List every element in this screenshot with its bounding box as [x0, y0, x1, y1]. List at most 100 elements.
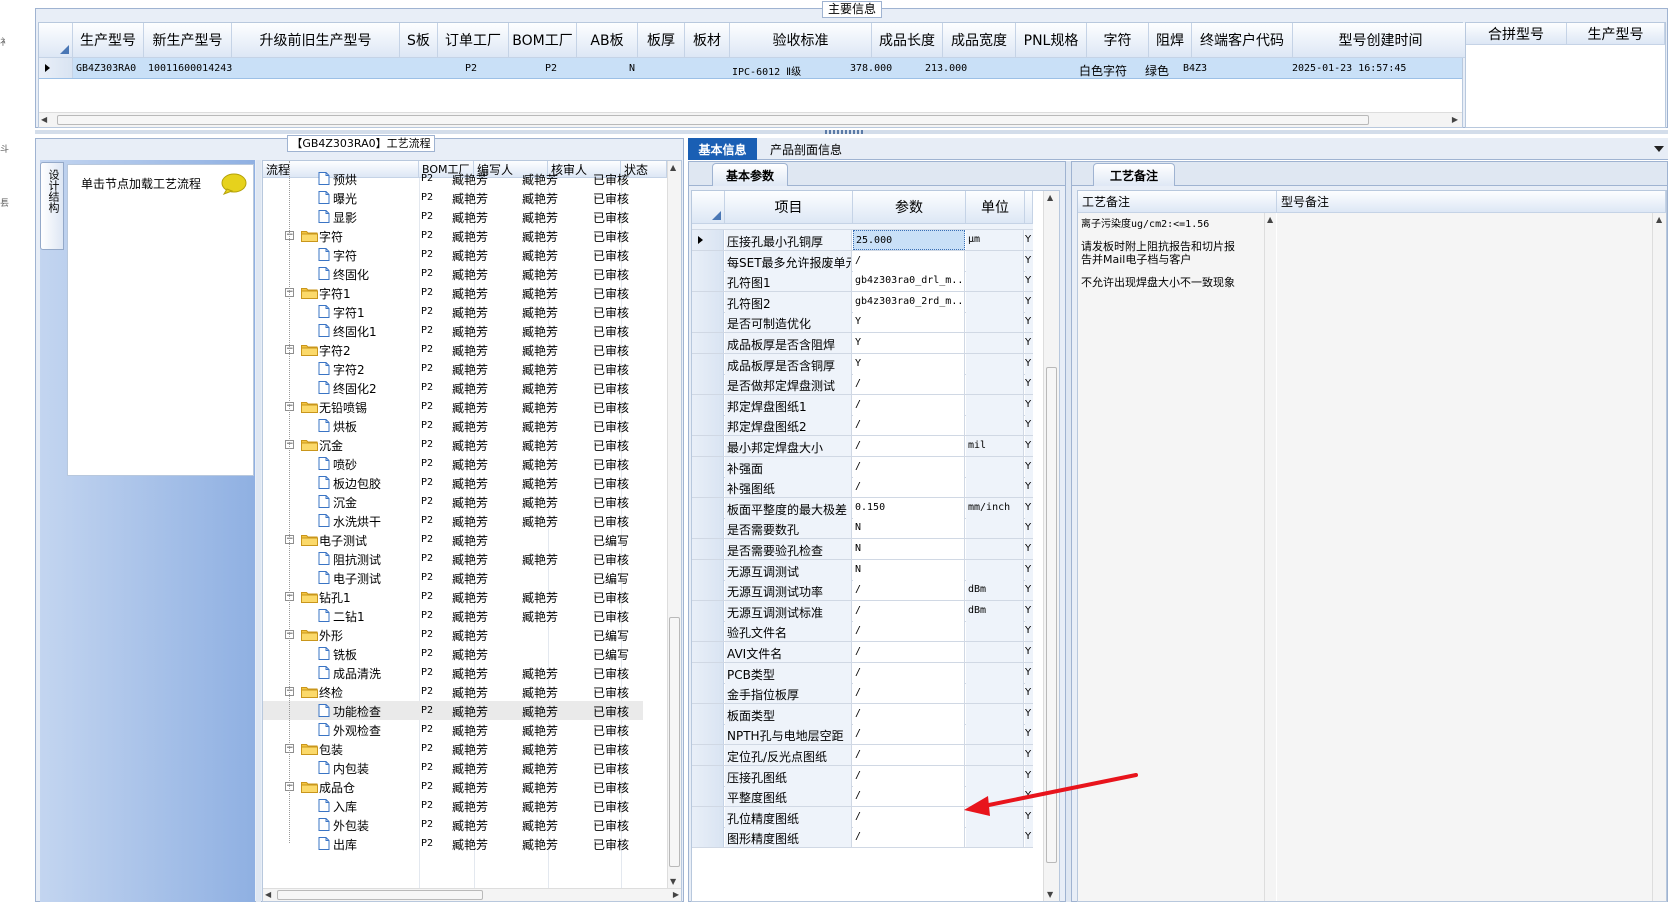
- param-value[interactable]: /: [853, 662, 965, 683]
- param-row[interactable]: 无源互调测试功率 / dBm Y: [692, 580, 1033, 602]
- row-header[interactable]: [692, 394, 724, 415]
- row-header[interactable]: [692, 312, 724, 333]
- col-header-item[interactable]: 项目: [725, 191, 853, 224]
- cell-created[interactable]: 2025-01-23 16:57:45: [1292, 63, 1406, 74]
- process-row[interactable]: 外观检查 P2 臧艳芳 臧艳芳 已审核: [263, 720, 643, 739]
- process-row[interactable]: 出库 P2 臧艳芳 臧艳芳 已审核: [263, 834, 643, 853]
- col-header-16[interactable]: 终端客户代码: [1192, 23, 1293, 58]
- param-value[interactable]: /: [853, 250, 965, 271]
- process-row[interactable]: 终固化 P2 臧艳芳 臧艳芳 已审核: [263, 264, 643, 283]
- param-value[interactable]: /: [853, 580, 965, 601]
- param-value[interactable]: /: [853, 394, 965, 415]
- process-row[interactable]: 成品清洗 P2 臧艳芳 臧艳芳 已审核: [263, 663, 643, 682]
- process-row[interactable]: 二钻1 P2 臧艳芳 臧艳芳 已审核: [263, 606, 643, 625]
- main-grid-hscroll[interactable]: ◀ ▶: [39, 112, 1462, 127]
- row-header[interactable]: [692, 745, 724, 765]
- process-row[interactable]: − 成品仓 P2 臧艳芳 臧艳芳 已审核: [263, 777, 643, 796]
- param-row[interactable]: 板面平整度的最大极差 0.150 mm/inch Y: [692, 497, 1033, 519]
- param-value[interactable]: /: [853, 621, 965, 642]
- tab-basic-params[interactable]: 基本参数: [712, 163, 788, 186]
- param-value[interactable]: /: [853, 436, 965, 456]
- process-row[interactable]: 字符2 P2 臧艳芳 臧艳芳 已审核: [263, 359, 643, 378]
- param-row[interactable]: 图形精度图纸 / Y: [692, 827, 1033, 849]
- col-header-10[interactable]: 验收标准: [730, 23, 872, 58]
- process-row[interactable]: 喷砂 P2 臧艳芳 臧艳芳 已审核: [263, 454, 643, 473]
- tab-dropdown-icon[interactable]: [1654, 146, 1664, 152]
- row-header[interactable]: [692, 806, 724, 827]
- row-header[interactable]: [692, 436, 724, 456]
- row-header[interactable]: [692, 456, 724, 477]
- param-row[interactable]: PCB类型 / Y: [692, 662, 1033, 684]
- process-row[interactable]: − 钻孔1 P2 臧艳芳 臧艳芳 已审核: [263, 587, 643, 606]
- row-header[interactable]: [692, 600, 724, 621]
- param-row[interactable]: 补强面 / Y: [692, 456, 1033, 478]
- process-row[interactable]: 烘板 P2 臧艳芳 臧艳芳 已审核: [263, 416, 643, 435]
- splitter-left[interactable]: [256, 160, 261, 902]
- param-row[interactable]: AVI文件名 / Y: [692, 642, 1033, 663]
- process-row[interactable]: 字符1 P2 臧艳芳 臧艳芳 已审核: [263, 302, 643, 321]
- scroll-thumb[interactable]: [669, 617, 680, 867]
- param-row[interactable]: 邦定焊盘图纸1/ Y: [692, 394, 1033, 416]
- cell-order-factory[interactable]: P2: [465, 63, 477, 74]
- col-header-model-remarks[interactable]: 型号备注: [1277, 191, 1666, 213]
- param-value[interactable]: N: [853, 518, 965, 539]
- param-value[interactable]: /: [853, 374, 965, 395]
- col-header-4[interactable]: S板: [400, 23, 438, 58]
- process-row[interactable]: 终固化1 P2 臧艳芳 臧艳芳 已审核: [263, 321, 643, 340]
- param-row[interactable]: 成品板厚是否含铜厚 Y Y: [692, 353, 1033, 375]
- process-row[interactable]: 预烘 P2 臧艳芳 臧艳芳 已审核: [263, 169, 643, 188]
- param-value[interactable]: /: [853, 642, 965, 662]
- col-header-11[interactable]: 成品长度: [872, 23, 943, 58]
- param-value[interactable]: /: [853, 456, 965, 477]
- col-header-8[interactable]: 板厚: [638, 23, 685, 58]
- param-row[interactable]: 定位孔/反光点图纸 / Y: [692, 745, 1033, 766]
- col-header-14[interactable]: 字符: [1087, 23, 1149, 58]
- param-value[interactable]: gb4z303ra0_drl_m...: [853, 271, 965, 292]
- cell-production-model[interactable]: GB4Z303RA0: [76, 63, 136, 74]
- row-header[interactable]: [692, 827, 724, 848]
- param-row[interactable]: 压接孔最小孔铜厚 25.000 μm Y: [692, 230, 1033, 251]
- col-header-value[interactable]: 参数: [853, 191, 966, 224]
- row-header[interactable]: [692, 621, 724, 642]
- col-header-process-remarks[interactable]: 工艺备注: [1078, 191, 1277, 213]
- param-row[interactable]: 邦定焊盘图纸2/ Y: [692, 415, 1033, 437]
- process-row[interactable]: 电子测试 P2 臧艳芳 已编写: [263, 568, 643, 587]
- merge-col-header[interactable]: 合拼型号: [1466, 23, 1567, 45]
- param-value[interactable]: /: [853, 765, 965, 786]
- param-value[interactable]: /: [853, 683, 965, 704]
- cell-solder[interactable]: 绿色: [1145, 62, 1169, 79]
- col-header-15[interactable]: 阻焊: [1149, 23, 1192, 58]
- model-remarks-text[interactable]: [1277, 213, 1652, 901]
- cell-customer-code[interactable]: B4Z3: [1183, 63, 1207, 74]
- tab-process-remarks[interactable]: 工艺备注: [1093, 163, 1175, 186]
- process-row[interactable]: 水洗烘干 P2 臧艳芳 臧艳芳 已审核: [263, 511, 643, 530]
- cell-char[interactable]: 白色字符: [1079, 62, 1127, 79]
- param-value[interactable]: /: [853, 786, 965, 807]
- param-value[interactable]: N: [853, 539, 965, 559]
- row-header[interactable]: [692, 683, 724, 704]
- row-header[interactable]: [692, 786, 724, 807]
- param-row[interactable]: 无源互调测试标准 / dBm Y: [692, 600, 1033, 622]
- row-header[interactable]: [692, 250, 724, 271]
- tab-basic-info[interactable]: 基本信息: [688, 138, 757, 160]
- row-header[interactable]: [692, 580, 724, 601]
- process-row[interactable]: − 沉金 P2 臧艳芳 臧艳芳 已审核: [263, 435, 643, 454]
- col-header-6[interactable]: BOM工厂: [509, 23, 577, 58]
- row-header[interactable]: [692, 271, 724, 292]
- col-header-7[interactable]: AB板: [577, 23, 638, 58]
- process-row[interactable]: − 字符2 P2 臧艳芳 臧艳芳 已审核: [263, 340, 643, 359]
- process-row[interactable]: − 终检 P2 臧艳芳 臧艳芳 已审核: [263, 682, 643, 701]
- row-header[interactable]: [692, 415, 724, 436]
- col-header-13[interactable]: PNL规格: [1016, 23, 1087, 58]
- param-row[interactable]: 是否需要验孔检查 N Y: [692, 539, 1033, 560]
- param-value[interactable]: gb4z303ra0_2rd_m...: [853, 291, 965, 312]
- cell-standard[interactable]: IPC-6012 Ⅱ级: [732, 63, 801, 78]
- param-row[interactable]: 补强图纸 / Y: [692, 477, 1033, 499]
- process-row[interactable]: 入库 P2 臧艳芳 臧艳芳 已审核: [263, 796, 643, 815]
- param-value[interactable]: Y: [853, 333, 965, 353]
- param-row[interactable]: 孔符图2 gb4z303ra0_2rd_m... Y: [692, 291, 1033, 313]
- col-header-12[interactable]: 成品宽度: [943, 23, 1016, 58]
- param-row[interactable]: 是否需要数孔 N Y: [692, 518, 1033, 540]
- row-header[interactable]: [692, 353, 724, 374]
- cell-new-model[interactable]: 10011600014243: [148, 63, 232, 74]
